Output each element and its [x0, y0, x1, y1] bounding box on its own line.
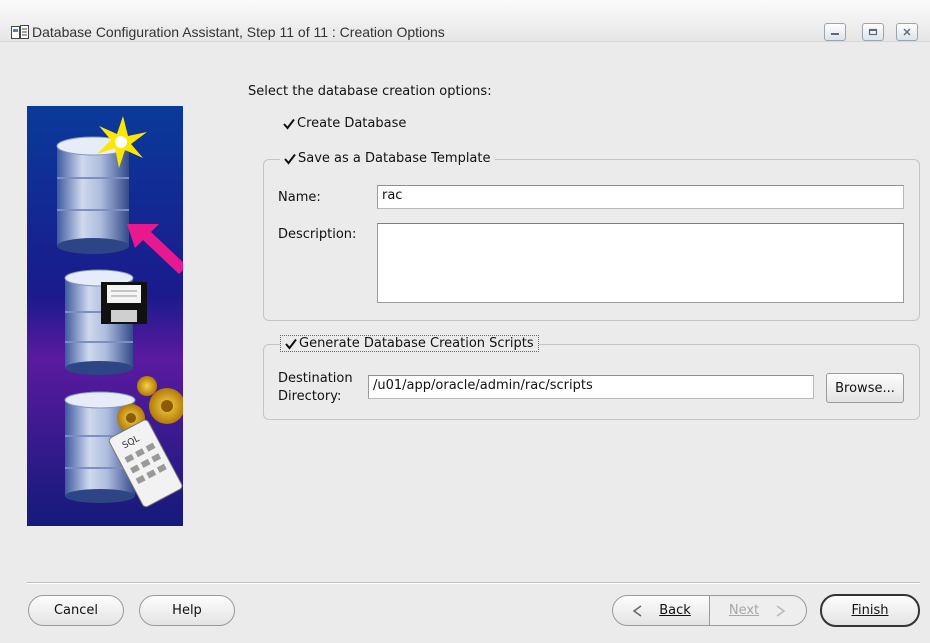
destination-label-line2: Directory: — [278, 389, 342, 404]
cancel-button[interactable]: Cancel — [28, 595, 124, 626]
checkmark-icon — [285, 338, 297, 350]
creation-options-heading: Select the database creation options: — [248, 84, 492, 99]
maximize-button[interactable] — [862, 23, 884, 41]
destination-directory-input[interactable]: /u01/app/oracle/admin/rac/scripts — [368, 375, 814, 399]
save-template-label: Save as a Database Template — [298, 151, 491, 166]
template-description-textarea[interactable] — [377, 223, 904, 303]
help-button[interactable]: Help — [139, 595, 235, 626]
generate-scripts-label: Generate Database Creation Scripts — [299, 336, 534, 351]
description-label: Description: — [278, 227, 357, 242]
minimize-icon — [831, 33, 839, 35]
back-arrow-icon — [632, 604, 642, 617]
close-icon — [903, 28, 911, 36]
window-title: Database Configuration Assistant, Step 1… — [32, 24, 445, 40]
checkmark-icon — [283, 118, 295, 130]
browse-button[interactable]: Browse... — [826, 373, 904, 403]
next-button[interactable]: Next — [709, 595, 807, 626]
title-bar: Database Configuration Assistant, Step 1… — [0, 0, 930, 42]
next-arrow-icon — [776, 604, 786, 617]
minimize-button[interactable] — [824, 23, 846, 41]
back-button[interactable]: Back — [612, 595, 710, 626]
template-name-input[interactable]: rac — [377, 185, 904, 209]
next-label: Next — [728, 603, 760, 618]
create-database-checkbox[interactable]: Create Database — [283, 116, 406, 131]
app-icon — [11, 25, 29, 39]
back-label: Back — [659, 603, 691, 618]
generate-scripts-checkbox[interactable]: Generate Database Creation Scripts — [280, 335, 539, 352]
maximize-icon — [868, 28, 878, 36]
save-template-checkbox[interactable]: Save as a Database Template — [280, 151, 495, 166]
checkmark-icon — [284, 153, 296, 165]
name-label: Name: — [278, 190, 321, 205]
destination-label-line1: Destination — [278, 371, 353, 386]
finish-button[interactable]: Finish — [820, 594, 920, 627]
finish-label: Finish — [851, 603, 889, 618]
footer-separator — [27, 582, 920, 584]
close-button[interactable] — [896, 23, 918, 41]
database-illustration: SQL — [27, 106, 183, 526]
create-database-label: Create Database — [297, 116, 407, 131]
